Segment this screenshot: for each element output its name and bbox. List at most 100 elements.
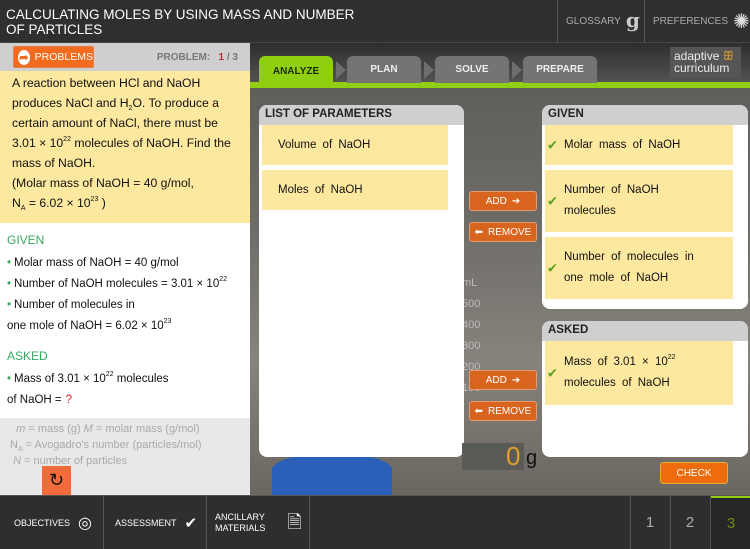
- arrow-left-icon: ⬅: [474, 405, 484, 417]
- remove-button[interactable]: ⬅ REMOVE: [469, 401, 537, 421]
- check-icon: ✔: [547, 193, 558, 209]
- superscript: 22: [667, 354, 676, 361]
- question-line: 3.01 × 1022 molecules of NaOH. Find the: [12, 133, 238, 153]
- scale-base: [272, 453, 392, 495]
- ancillary-materials-button[interactable]: ANCILLARY MATERIALS 🗎: [215, 496, 302, 549]
- given-panel-heading: GIVEN: [542, 105, 748, 125]
- question-line: (Molar mass of NaOH = 40 g/mol,: [12, 176, 194, 190]
- page-3-button[interactable]: 3: [711, 496, 750, 549]
- target-icon: ◎: [78, 514, 92, 532]
- superscript: 22: [105, 371, 114, 378]
- problem-total: / 3: [226, 52, 238, 63]
- bullet-icon: •: [7, 257, 12, 269]
- arrow-left-icon: ⬅: [474, 226, 484, 238]
- remove-button[interactable]: ⬅ REMOVE: [469, 222, 537, 242]
- given-item: • Molar mass of NaOH = 40 g/mol: [7, 253, 243, 274]
- add-button[interactable]: ADD ➔: [469, 370, 537, 390]
- problem-prefix: PROBLEM:: [156, 52, 211, 63]
- back-arrow-icon: ➦: [18, 49, 30, 65]
- glossary-icon: g: [625, 7, 640, 32]
- given-item: • Number of molecules in: [7, 295, 243, 316]
- symbol: N: [10, 439, 18, 451]
- text: molecules of NaOH. Find the: [70, 136, 231, 150]
- check-icon: ✔: [547, 365, 558, 381]
- text: MATERIALS: [215, 522, 266, 533]
- divider: [557, 0, 558, 43]
- text: Number of NaOH molecules = 3.01 × 10: [14, 278, 220, 290]
- tab-prepare[interactable]: PREPARE: [523, 56, 597, 83]
- glossary-button[interactable]: GLOSSARY g: [566, 0, 640, 43]
- asked-item-continued: of NaOH =?: [7, 390, 243, 411]
- unknown-mark: ?: [65, 394, 73, 406]
- check-icon: ✔: [547, 137, 558, 153]
- superscript: 22: [63, 136, 71, 143]
- arrow-right-icon: ➔: [511, 374, 521, 386]
- given-card[interactable]: ✔ Molar mass of NaOH: [545, 125, 733, 165]
- preferences-button[interactable]: PREFERENCES ✺: [653, 0, 750, 43]
- problem-counter: PROBLEM: 1 / 3: [157, 52, 238, 63]
- page-2-button[interactable]: 2: [670, 496, 710, 549]
- text: ANCILLARY: [215, 511, 265, 522]
- text: = mass (g): [25, 423, 84, 435]
- preferences-label: PREFERENCES: [653, 16, 729, 27]
- document-icon: 🗎: [287, 512, 302, 532]
- objectives-button[interactable]: OBJECTIVES ◎: [14, 496, 92, 549]
- given-card[interactable]: ✔ Number of NaOH molecules: [545, 170, 733, 232]
- tab-analyze[interactable]: ANALYZE: [259, 56, 333, 86]
- asked-card[interactable]: ✔ Mass of 3.01 × 1022 molecules of NaOH: [545, 341, 733, 405]
- question-text: A reaction between HCl and NaOH produces…: [0, 71, 250, 223]
- asked-heading: ASKED: [7, 349, 48, 363]
- scale-unit: g: [526, 447, 538, 469]
- problem-current: 1: [218, 52, 225, 63]
- asked-item: • Mass of 3.01 × 1022 molecules: [7, 369, 243, 390]
- page-1-button[interactable]: 1: [630, 496, 670, 549]
- given-asked-summary: GIVEN • Molar mass of NaOH = 40 g/mol • Nu…: [0, 223, 250, 411]
- divider: [644, 0, 645, 43]
- card-label: Moles of NaOH: [278, 183, 363, 196]
- button-label: ASSESSMENT: [115, 517, 177, 528]
- reset-button[interactable]: ↻: [42, 466, 71, 495]
- beaker-mark: 300: [462, 340, 481, 352]
- problem-panel: ➦ PROBLEMS PROBLEM: 1 / 3 A reaction bet…: [0, 43, 250, 495]
- top-bar: CALCULATING MOLES BY USING MASS AND NUMB…: [0, 0, 750, 43]
- text: Molar mass of NaOH = 40 g/mol: [14, 257, 179, 269]
- divider: [206, 496, 207, 549]
- button-label: REMOVE: [488, 226, 532, 238]
- logo-line: curriculum: [674, 61, 730, 75]
- problems-button[interactable]: ➦ PROBLEMS: [13, 46, 94, 68]
- beaker-mark: 400: [462, 319, 481, 331]
- text: Mass of 3.01 × 10: [564, 356, 668, 368]
- check-button[interactable]: CHECK: [660, 462, 728, 484]
- given-item-continued: one mole of NaOH = 6.02 × 1023: [7, 316, 243, 337]
- tab-solve[interactable]: SOLVE: [435, 56, 509, 83]
- symbol: N: [13, 455, 22, 467]
- text: 3.01 × 10: [12, 136, 64, 150]
- add-button[interactable]: ADD ➔: [469, 191, 537, 211]
- arrow-right-icon: ➔: [511, 195, 521, 207]
- parameter-card[interactable]: Volume of NaOH: [262, 125, 448, 165]
- chevron-right-icon: [512, 61, 522, 79]
- bullet-icon: •: [7, 278, 12, 290]
- text: molecules: [113, 373, 169, 385]
- tab-plan[interactable]: PLAN: [347, 56, 421, 83]
- question-line: NA = 6.02 × 1023 ): [12, 193, 238, 213]
- text: molecules of NaOH: [564, 377, 670, 389]
- given-heading: GIVEN: [7, 233, 45, 247]
- parameter-card[interactable]: Moles of NaOH: [262, 170, 448, 210]
- text: O. To produce a: [132, 96, 219, 110]
- assessment-button[interactable]: ASSESSMENT ✔: [115, 496, 197, 549]
- text: = Avogadro's number (particles/mol): [22, 439, 202, 451]
- bottom-bar: OBJECTIVES ◎ ASSESSMENT ✔ ANCILLARY MATER…: [0, 495, 750, 549]
- check-icon: ✔: [547, 260, 558, 276]
- button-label: ANCILLARY MATERIALS: [215, 512, 265, 534]
- button-label: ADD: [485, 374, 507, 386]
- parameters-heading: LIST OF PARAMETERS: [259, 105, 464, 125]
- card-label: Volume of NaOH: [278, 138, 371, 151]
- text: N: [12, 196, 21, 210]
- card-label: Number of molecules in one mole of NaOH: [564, 251, 694, 284]
- given-card[interactable]: ✔ Number of molecules in one mole of NaOH: [545, 237, 733, 299]
- card-label: Number of NaOH molecules: [564, 184, 659, 217]
- button-label: OBJECTIVES: [14, 517, 71, 528]
- superscript: 23: [163, 318, 172, 325]
- question-line: produces NaCl and H2O. To produce a: [12, 93, 238, 113]
